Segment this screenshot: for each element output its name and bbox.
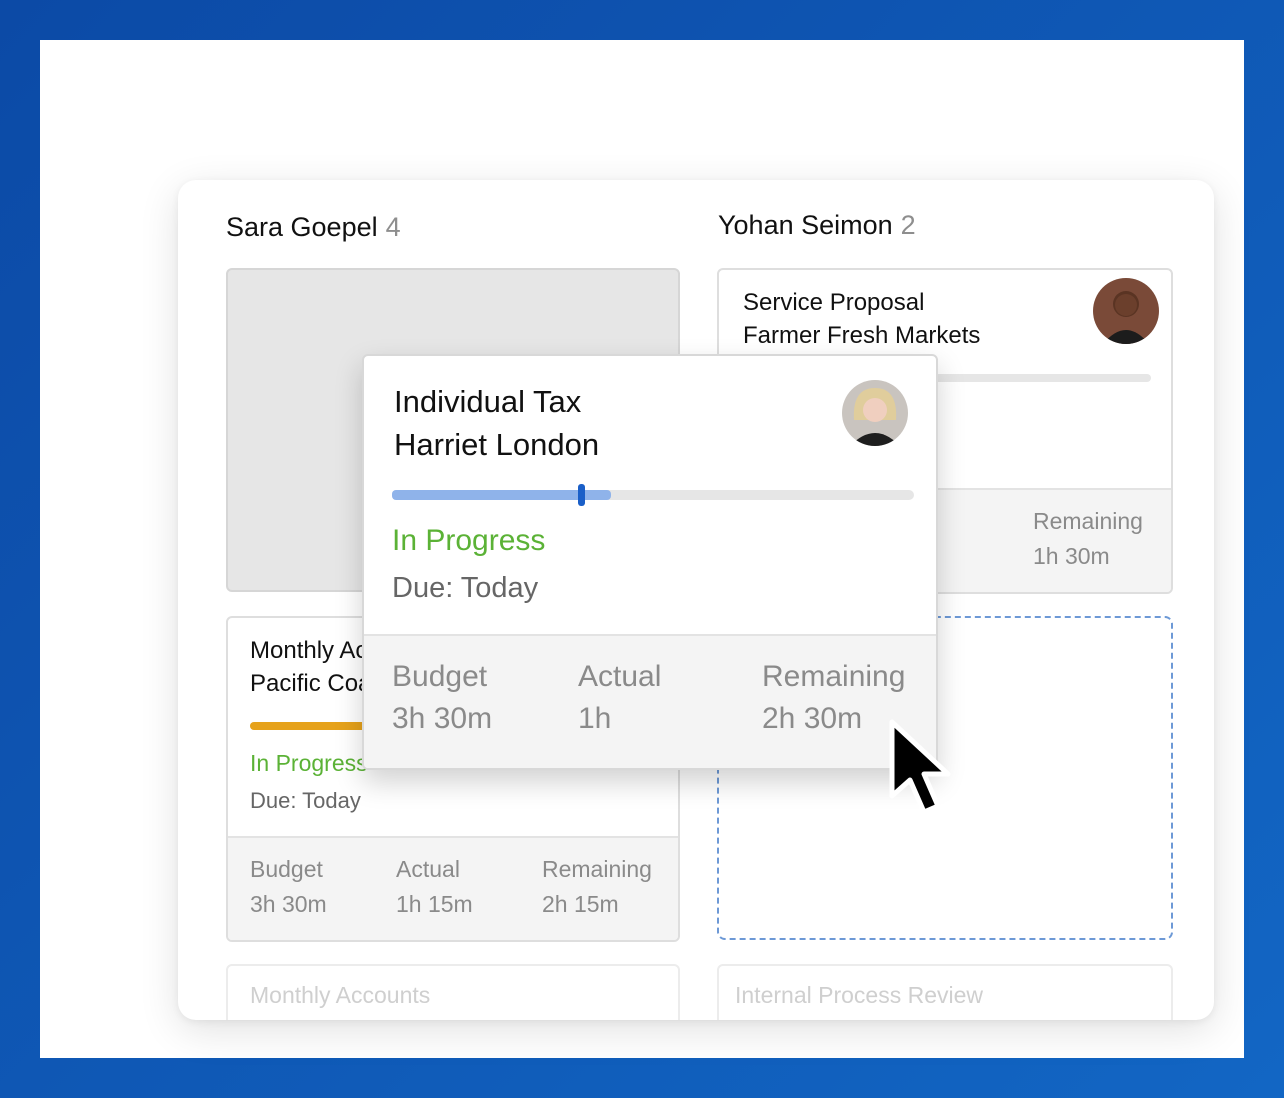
card-title: Monthly Accounts [250,982,431,1008]
card-job-name: Service Proposal [743,289,925,316]
column-count: 4 [385,212,401,242]
card-footer: Budget 3h 30m Actual 1h 15m Remaining 2h… [228,836,678,940]
status-label: In Progress [250,750,368,776]
stat-remaining: Remaining 2h 15m [542,856,652,918]
card-client-name: Harriet London [394,427,600,462]
status-label: In Progress [392,524,546,557]
stat-actual: Actual 1h [578,660,661,736]
screenshot-frame: Sara Goepel 4 Yohan Seimon 2 Service Propo… [40,40,1244,1058]
due-date: Due: Today [250,788,361,813]
column-header-sara: Sara Goepel 4 [226,212,401,243]
stat-budget: Budget 3h 30m [392,660,492,736]
column-name: Yohan Seimon [718,210,893,240]
dragged-card-individual-tax[interactable]: Individual Tax Harriet London In Progres… [362,354,938,770]
stat-label: Actual [396,856,460,882]
stat-value: 1h [578,702,612,735]
stat-label: Remaining [1033,508,1143,534]
card-ghost-left[interactable]: Monthly Accounts [226,964,680,1020]
card-title: Individual Tax Harriet London [394,380,599,466]
stat-label: Actual [578,660,662,693]
card-job-name: Individual Tax [394,384,582,419]
progress-bar [392,484,914,506]
card-client-name: Farmer Fresh Markets [743,322,981,349]
stat-actual: Actual 1h 15m [396,856,473,918]
column-header-yohan: Yohan Seimon 2 [718,210,916,241]
avatar-woman-icon [842,380,908,446]
card-title: Internal Process Review [735,982,983,1008]
stat-value: 3h 30m [250,891,327,917]
stat-label: Budget [250,856,323,882]
card-title: Service Proposal Farmer Fresh Markets [743,286,980,352]
stat-value: 1h 30m [1033,543,1110,569]
progress-handle [578,484,586,506]
column-count: 2 [900,210,916,240]
stat-value: 1h 15m [396,891,473,917]
mouse-cursor-icon [889,719,951,815]
stat-label: Budget [392,660,488,693]
stat-label: Remaining [762,660,906,693]
column-name: Sara Goepel [226,212,378,242]
avatar-man-icon [1093,278,1159,344]
stat-value: 3h 30m [392,702,493,735]
stat-value: 2h 15m [542,891,619,917]
stat-remaining: Remaining 1h 30m [1033,508,1143,570]
card-footer: Budget 3h 30m Actual 1h Remaining 2h 30m [364,634,936,768]
due-date: Due: Today [392,572,539,604]
stat-budget: Budget 3h 30m [250,856,327,918]
stat-label: Remaining [542,856,652,882]
card-ghost-right[interactable]: Internal Process Review [717,964,1173,1020]
